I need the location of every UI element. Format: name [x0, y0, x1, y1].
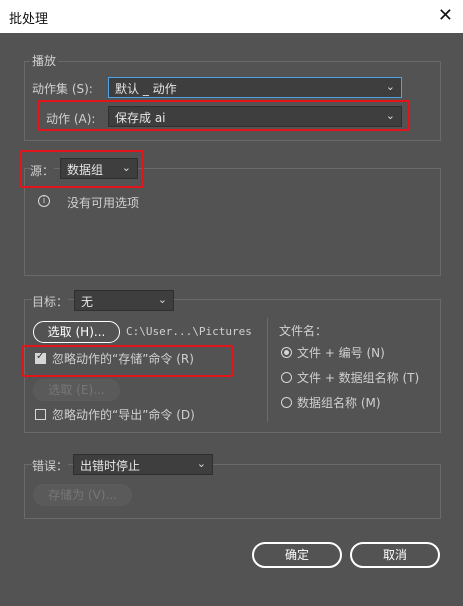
save-as-button[interactable]: 存储为 (V)... [33, 484, 132, 506]
errors-dropdown[interactable]: 出错时停止 ⌄ [73, 454, 213, 475]
chevron-down-icon: ⌄ [157, 293, 167, 306]
naming-option-file-dataset[interactable]: 文件 + 数据组名称 (T) [297, 369, 419, 386]
action-value: 保存成 ai [115, 111, 166, 125]
target-value: 无 [81, 295, 94, 309]
chevron-down-icon: ⌄ [385, 80, 395, 93]
choose-disabled-button[interactable]: 选取 (E)... [33, 379, 120, 401]
target-label: 目标： [32, 293, 69, 310]
naming-radio-dataset[interactable] [281, 397, 292, 408]
override-save-checkbox[interactable] [35, 351, 46, 364]
naming-radio-file-number[interactable] [281, 347, 292, 358]
action-label: 动作 (A): [46, 112, 96, 126]
chevron-down-icon: ⌄ [121, 161, 131, 174]
info-icon: i [38, 195, 50, 207]
naming-option-file-number[interactable]: 文件 + 编号 (N) [297, 344, 385, 361]
errors-label: 错误： [32, 457, 69, 474]
ok-button[interactable]: 确定 [252, 542, 342, 568]
override-export-checkbox[interactable] [35, 409, 46, 420]
action-set-value: 默认 _ 动作 [115, 82, 177, 96]
destination-path: C:\User...\Pictures [126, 325, 252, 338]
choose-folder-button[interactable]: 选取 (H)... [33, 321, 120, 343]
action-dropdown[interactable]: 保存成 ai ⌄ [108, 106, 402, 127]
source-label: 源： [30, 162, 55, 179]
chevron-down-icon: ⌄ [385, 109, 395, 122]
no-options-text: 没有可用选项 [67, 196, 140, 210]
source-dropdown[interactable]: 数据组 ⌄ [60, 158, 138, 179]
naming-option-dataset[interactable]: 数据组名称 (M) [297, 394, 381, 411]
source-value: 数据组 [67, 163, 104, 177]
action-set-label: 动作集 (S): [32, 82, 93, 96]
file-name-label: 文件名： [279, 324, 328, 338]
target-divider [267, 318, 268, 422]
play-legend: 播放 [30, 52, 59, 69]
errors-value: 出错时停止 [80, 459, 141, 473]
window-title: 批处理 [9, 12, 49, 27]
target-dropdown[interactable]: 无 ⌄ [74, 290, 174, 311]
action-set-dropdown[interactable]: 默认 _ 动作 ⌄ [108, 77, 402, 98]
override-export-label[interactable]: 忽略动作的“导出”命令 (D) [52, 406, 195, 423]
title-bar: 批处理 ✕ [0, 0, 463, 33]
override-save-label[interactable]: 忽略动作的“存储”命令 (R) [52, 350, 194, 367]
cancel-button[interactable]: 取消 [350, 542, 440, 568]
chevron-down-icon: ⌄ [196, 457, 206, 470]
naming-radio-file-dataset[interactable] [281, 372, 292, 383]
close-icon[interactable]: ✕ [438, 5, 453, 26]
